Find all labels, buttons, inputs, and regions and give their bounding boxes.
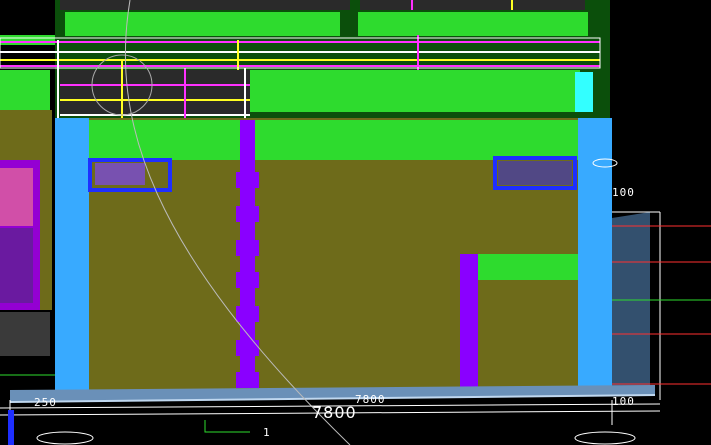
roof-slab-edge-right	[360, 0, 585, 10]
upper-slab-left	[65, 12, 340, 36]
model-canvas	[0, 0, 711, 445]
left-slab-edge	[0, 35, 55, 45]
upper-slab-right	[358, 12, 588, 36]
dimension-right-offset: 100	[612, 395, 635, 408]
dimension-top-span: 7800	[355, 393, 386, 406]
cyan-block	[575, 72, 593, 112]
level-marker: 1	[263, 426, 271, 439]
blue-marker	[8, 410, 14, 445]
dimension-main-span: 7800	[312, 403, 357, 422]
window-right-glass	[498, 161, 572, 185]
mid-slab	[250, 70, 580, 112]
stair-opening	[60, 70, 250, 115]
dimension-left-offset: 250	[34, 396, 57, 409]
left-slab-lower	[0, 70, 50, 110]
window-left-glass	[95, 163, 145, 185]
purple-panel	[0, 228, 33, 303]
dimension-right-mark: 100	[612, 186, 635, 199]
roof-slab-edge-left	[60, 0, 350, 10]
cad-3d-viewport[interactable]: 7800 7800 250 100 100 1	[0, 0, 711, 445]
lintel-slab	[88, 120, 578, 160]
left-base	[0, 312, 50, 356]
side-slab	[478, 254, 578, 280]
column-left	[55, 118, 89, 390]
pink-panel	[0, 168, 33, 226]
